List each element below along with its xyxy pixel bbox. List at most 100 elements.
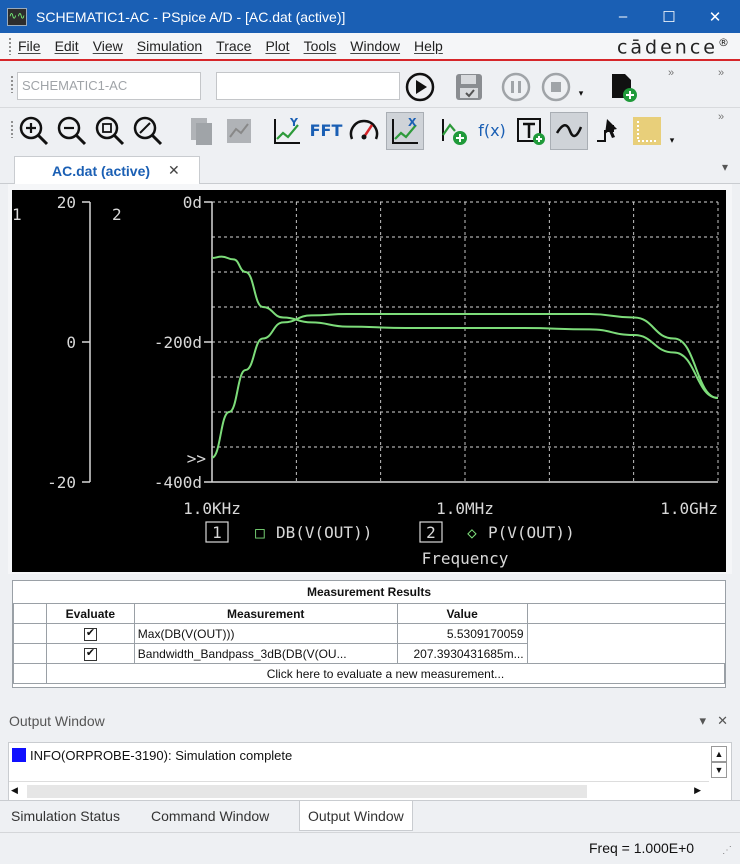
fft-button[interactable]: FFT	[309, 118, 343, 142]
value-cell: 5.5309170059	[396, 623, 528, 644]
measurement-row[interactable]: Bandwidth_Bandpass_3dB(DB(V(OU... 207.39…	[13, 643, 725, 664]
row-selector[interactable]	[13, 663, 47, 684]
column-header-measurement: Measurement	[133, 603, 398, 624]
plot-properties-icon[interactable]	[630, 114, 664, 148]
menu-file[interactable]: File	[18, 38, 41, 54]
y1-tick-label: 20	[57, 193, 76, 212]
evaluate-checkbox[interactable]	[83, 626, 97, 641]
legend-id: 2	[426, 523, 436, 542]
tab-ac-dat[interactable]: AC.dat (active) ✕	[14, 156, 200, 184]
output-message: INFO(ORPROBE-3190): Simulation complete	[30, 748, 293, 763]
column-header-value: Value	[396, 603, 528, 624]
pause-icon[interactable]	[500, 72, 532, 102]
toolbar-overflow-chevron-icon[interactable]: »	[714, 66, 728, 80]
toolbar-grip-icon[interactable]	[10, 120, 14, 138]
legend-trace-phase[interactable]: P(V(OUT))	[488, 523, 575, 542]
pane-close-icon[interactable]: ✕	[717, 713, 728, 729]
toggle-cursor-icon[interactable]: X	[386, 112, 424, 150]
document-tab-strip: AC.dat (active) ✕ ▾	[0, 154, 740, 184]
measurement-cell[interactable]: Max(DB(V(OUT)))	[133, 623, 398, 644]
bottom-tab-strip: Simulation Status Command Window Output …	[0, 800, 740, 831]
svg-text:Y: Y	[289, 116, 299, 129]
tab-simulation-status[interactable]: Simulation Status	[11, 801, 120, 831]
axis-overflow-marker: >>	[187, 449, 206, 468]
tab-output-window[interactable]: Output Window	[299, 801, 413, 831]
run-icon[interactable]	[404, 72, 436, 102]
value-cell: 207.3930431685m...	[396, 643, 528, 664]
add-trace-icon[interactable]	[436, 114, 470, 148]
snap-to-point-icon[interactable]	[592, 114, 626, 148]
evaluate-new-measurement-link[interactable]: Click here to evaluate a new measurement…	[45, 663, 726, 684]
performance-analysis-icon[interactable]	[347, 114, 381, 148]
measurement-results-panel: Measurement Results Evaluate Measurement…	[12, 580, 726, 688]
menu-window[interactable]: Window	[350, 38, 400, 54]
tab-command-window[interactable]: Command Window	[151, 801, 269, 831]
row-selector[interactable]	[13, 623, 47, 644]
eval-goal-function-button[interactable]: f(x)	[474, 118, 510, 142]
legend-symbol: ◇	[467, 523, 477, 542]
menubar-grip-icon[interactable]	[8, 37, 12, 55]
plot-window-icon[interactable]	[222, 114, 256, 148]
y2-axis-id: 2	[112, 205, 122, 224]
menu-view[interactable]: View	[93, 38, 123, 54]
stop-dropdown-icon[interactable]: ▾	[575, 86, 587, 100]
properties-dropdown-icon[interactable]: ▾	[667, 134, 677, 146]
measurement-row[interactable]: Max(DB(V(OUT))) 5.5309170059	[13, 623, 725, 644]
toolbar-overflow-chevron-icon[interactable]: »	[664, 66, 678, 80]
simulation-profile-combo[interactable]: SCHEMATIC1-AC	[17, 72, 201, 100]
maximize-button[interactable]: ☐	[646, 0, 692, 33]
zoom-fit-icon[interactable]	[131, 114, 165, 148]
pspice-app-icon: ∿∿	[7, 7, 27, 26]
copy-plot-icon[interactable]	[184, 114, 218, 148]
toolbar-grip-icon[interactable]	[10, 75, 14, 93]
menu-edit[interactable]: Edit	[55, 38, 79, 54]
new-measurement-row[interactable]: Click here to evaluate a new measurement…	[13, 663, 726, 684]
output-window-panel: Output Window ▾ ✕ INFO(ORPROBE-3190): Si…	[0, 705, 740, 802]
output-log[interactable]: INFO(ORPROBE-3190): Simulation complete …	[8, 742, 732, 802]
mark-data-points-icon[interactable]	[550, 112, 588, 150]
menu-tools[interactable]: Tools	[304, 38, 337, 54]
scroll-left-icon[interactable]: ◀	[11, 785, 18, 796]
zoom-area-icon[interactable]	[93, 114, 127, 148]
evaluate-cell[interactable]	[45, 643, 135, 664]
menu-plot[interactable]: Plot	[265, 38, 289, 54]
scroll-up-icon[interactable]: ▲	[711, 746, 727, 762]
legend-symbol: □	[255, 523, 265, 542]
new-simulation-profile-icon[interactable]	[606, 71, 640, 103]
svg-text:X: X	[408, 116, 417, 129]
tab-label: AC.dat (active)	[52, 162, 151, 179]
tab-list-dropdown-icon[interactable]: ▾	[722, 160, 728, 174]
menu-help[interactable]: Help	[414, 38, 443, 54]
pane-menu-icon[interactable]: ▾	[699, 713, 706, 729]
scrollbar-thumb[interactable]	[27, 785, 587, 798]
save-data-icon[interactable]	[452, 71, 486, 103]
tab-close-icon[interactable]: ✕	[168, 162, 180, 179]
resize-grip-icon[interactable]: ⋰	[722, 845, 732, 856]
close-button[interactable]: ✕	[692, 0, 738, 33]
x-tick-label: 1.0GHz	[660, 499, 718, 518]
y2-tick-label: -400d	[154, 473, 202, 492]
window-title: SCHEMATIC1-AC - PSpice A/D - [AC.dat (ac…	[36, 8, 346, 25]
evaluate-checkbox[interactable]	[83, 646, 97, 661]
x-tick-label: 1.0MHz	[436, 499, 494, 518]
add-y-axis-icon[interactable]: Y	[270, 114, 304, 148]
zoom-in-icon[interactable]	[17, 114, 51, 148]
probe-plot-svg[interactable]: 1 2 20 0 -20 0d -200d -400d >> 1.0KHz 1.…	[12, 190, 726, 572]
measurement-cell[interactable]: Bandwidth_Bandpass_3dB(DB(V(OU...	[133, 643, 398, 664]
scroll-right-icon[interactable]: ▶	[694, 785, 701, 796]
menu-simulation[interactable]: Simulation	[137, 38, 202, 54]
simulation-command-combo[interactable]	[216, 72, 400, 100]
menu-trace[interactable]: Trace	[216, 38, 251, 54]
minimize-button[interactable]: –	[600, 0, 646, 33]
horizontal-scrollbar[interactable]: ◀ ▶	[9, 781, 709, 801]
probe-plot[interactable]: 1 2 20 0 -20 0d -200d -400d >> 1.0KHz 1.…	[12, 190, 726, 572]
zoom-out-icon[interactable]	[55, 114, 89, 148]
text-label-icon[interactable]	[514, 114, 548, 148]
legend-trace-db[interactable]: DB(V(OUT))	[276, 523, 372, 542]
toolbar-overflow-chevron-icon[interactable]: »	[714, 110, 728, 124]
cadence-logo: cādence®	[617, 36, 732, 58]
row-selector[interactable]	[13, 643, 47, 664]
stop-icon[interactable]	[540, 72, 572, 102]
evaluate-cell[interactable]	[45, 623, 135, 644]
scroll-down-icon[interactable]: ▼	[711, 762, 727, 778]
